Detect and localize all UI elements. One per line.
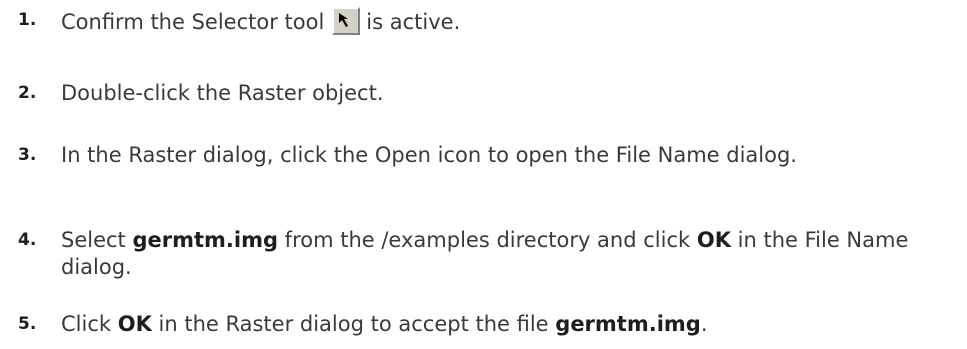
step-3: 3. In the Raster dialog, click the Open … bbox=[6, 142, 961, 169]
step-text: In the Raster dialog, click the Open ico… bbox=[61, 143, 797, 167]
step-number: 3. bbox=[18, 145, 37, 165]
step-number: 1. bbox=[18, 10, 37, 30]
step-number: 2. bbox=[18, 83, 37, 103]
step-text: Confirm the Selector tool is active. bbox=[61, 7, 951, 36]
selector-arrow-icon bbox=[332, 7, 361, 35]
step-number: 4. bbox=[18, 230, 37, 250]
step-5: 5. Click OK in the Raster dialog to acce… bbox=[6, 311, 961, 338]
text-run: . bbox=[700, 312, 708, 336]
text-run: Click bbox=[61, 312, 118, 336]
text-run: Select bbox=[61, 228, 133, 252]
ok-label: OK bbox=[117, 312, 152, 336]
step-4: 4. Select germtm.img from the /examples … bbox=[6, 227, 961, 281]
step-text-after: is active. bbox=[366, 10, 461, 34]
step-text: Click OK in the Raster dialog to accept … bbox=[61, 311, 951, 338]
ok-label: OK bbox=[696, 228, 731, 252]
text-run: from the /examples directory and click bbox=[278, 228, 697, 252]
step-text-before: Confirm the Selector tool bbox=[61, 10, 325, 34]
step-2: 2. Double-click the Raster object. bbox=[6, 80, 961, 107]
text-run: in the Raster dialog to accept the file bbox=[151, 312, 556, 336]
step-text: Select germtm.img from the /examples dir… bbox=[61, 227, 951, 281]
step-text: Double-click the Raster object. bbox=[61, 81, 384, 105]
step-number: 5. bbox=[18, 314, 37, 334]
step-1: 1. Confirm the Selector tool is active. bbox=[6, 7, 961, 36]
filename: germtm.img bbox=[555, 312, 701, 336]
filename: germtm.img bbox=[132, 228, 278, 252]
